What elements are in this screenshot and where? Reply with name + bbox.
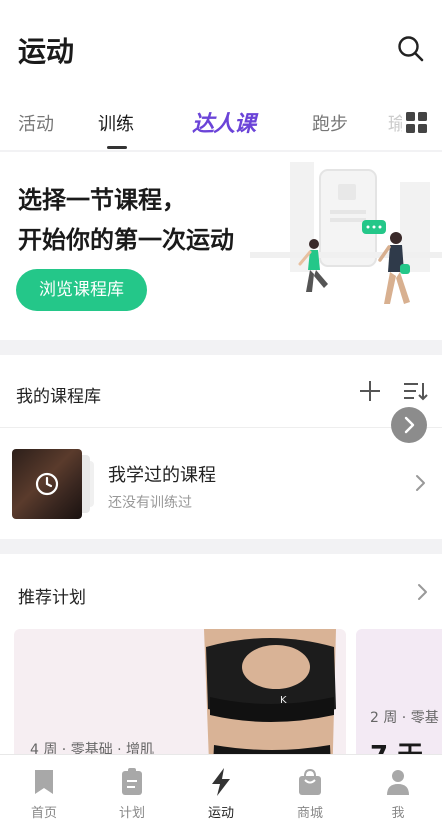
svg-text:K: K <box>280 695 287 706</box>
tab-grid-button[interactable] <box>406 112 428 134</box>
bottom-navigation: 首页 计划 运动 商城 我 <box>0 754 442 824</box>
plan-card-meta: 2 周 · 零基 <box>370 710 439 726</box>
plan-card[interactable]: 2 周 · 零基 7 天 <box>356 629 442 754</box>
recommended-plans: 推荐计划 K 4 周 · 零基础 · 增肌 2 周 · 零基 7 天 <box>0 554 442 754</box>
recommend-title[interactable]: 推荐计划 <box>18 583 86 608</box>
chevron-right-icon[interactable] <box>416 582 430 602</box>
browse-library-button[interactable]: 浏览课程库 <box>16 269 147 311</box>
course-name: 我学过的课程 <box>108 465 216 486</box>
course-subtitle: 还没有训练过 <box>108 495 192 511</box>
plan-card[interactable]: K 4 周 · 零基础 · 增肌 <box>14 629 346 754</box>
lightning-icon <box>212 768 230 796</box>
nav-store[interactable]: 商城 <box>266 755 354 824</box>
nav-label: 首页 <box>30 806 57 821</box>
hero-line-2: 开始你的第一次运动 <box>18 226 234 254</box>
plan-card-meta: 4 周 · 零基础 · 增肌 <box>30 742 155 754</box>
search-icon <box>398 36 424 62</box>
nav-home[interactable]: 首页 <box>0 755 88 824</box>
tab-training[interactable]: 训练 <box>98 110 134 136</box>
tab-expert-course[interactable]: 达人课 <box>192 106 256 138</box>
plan-card-image: K <box>204 629 336 754</box>
hero-line-1: 选择一节课程， <box>18 186 186 214</box>
nav-label: 计划 <box>118 806 145 821</box>
nav-label: 我 <box>391 806 405 821</box>
sort-icon[interactable] <box>402 379 428 403</box>
hero-illustration <box>250 162 442 304</box>
floating-next-button[interactable] <box>391 407 427 443</box>
bookmark-icon <box>35 770 53 794</box>
divider <box>0 427 442 428</box>
nav-workout[interactable]: 运动 <box>177 755 265 824</box>
chevron-right-icon <box>416 475 425 491</box>
nav-plan[interactable]: 计划 <box>88 755 176 824</box>
learned-courses-row[interactable]: 我学过的课程 还没有训练过 <box>0 445 442 521</box>
course-thumbnail <box>12 449 82 519</box>
nav-label: 商城 <box>296 806 323 821</box>
tab-overflow-partial[interactable]: 瑜 <box>388 110 402 136</box>
clipboard-icon <box>122 768 142 795</box>
clock-icon <box>35 472 59 496</box>
tab-bar: 活动 训练 达人课 跑步 瑜 <box>0 104 442 150</box>
hero-headline: 选择一节课程， 开始你的第一次运动 <box>18 180 234 260</box>
person-icon <box>387 770 409 795</box>
page-title: 运动 <box>18 35 75 68</box>
nav-label: 运动 <box>207 806 234 821</box>
tab-activity[interactable]: 活动 <box>18 110 54 136</box>
my-course-library: 我的课程库 我学过的课程 还没有训练过 <box>0 355 442 539</box>
chevron-right-icon <box>404 416 415 434</box>
nav-me[interactable]: 我 <box>354 755 442 824</box>
plan-card-title: 7 天 <box>370 735 423 754</box>
active-tab-indicator <box>107 146 127 149</box>
header: 运动 活动 训练 达人课 跑步 瑜 <box>0 0 442 150</box>
grid-icon <box>406 112 415 121</box>
add-icon[interactable] <box>358 379 382 403</box>
tab-running[interactable]: 跑步 <box>312 110 348 136</box>
library-title: 我的课程库 <box>16 387 101 407</box>
shopping-bag-icon <box>299 768 321 795</box>
app-root: 运动 活动 训练 达人课 跑步 瑜 选择一节课程， 开始你的第一次运动 浏览课程… <box>0 0 442 824</box>
search-button[interactable] <box>396 34 426 64</box>
hero-banner: 选择一节课程， 开始你的第一次运动 浏览课程库 <box>0 152 442 340</box>
